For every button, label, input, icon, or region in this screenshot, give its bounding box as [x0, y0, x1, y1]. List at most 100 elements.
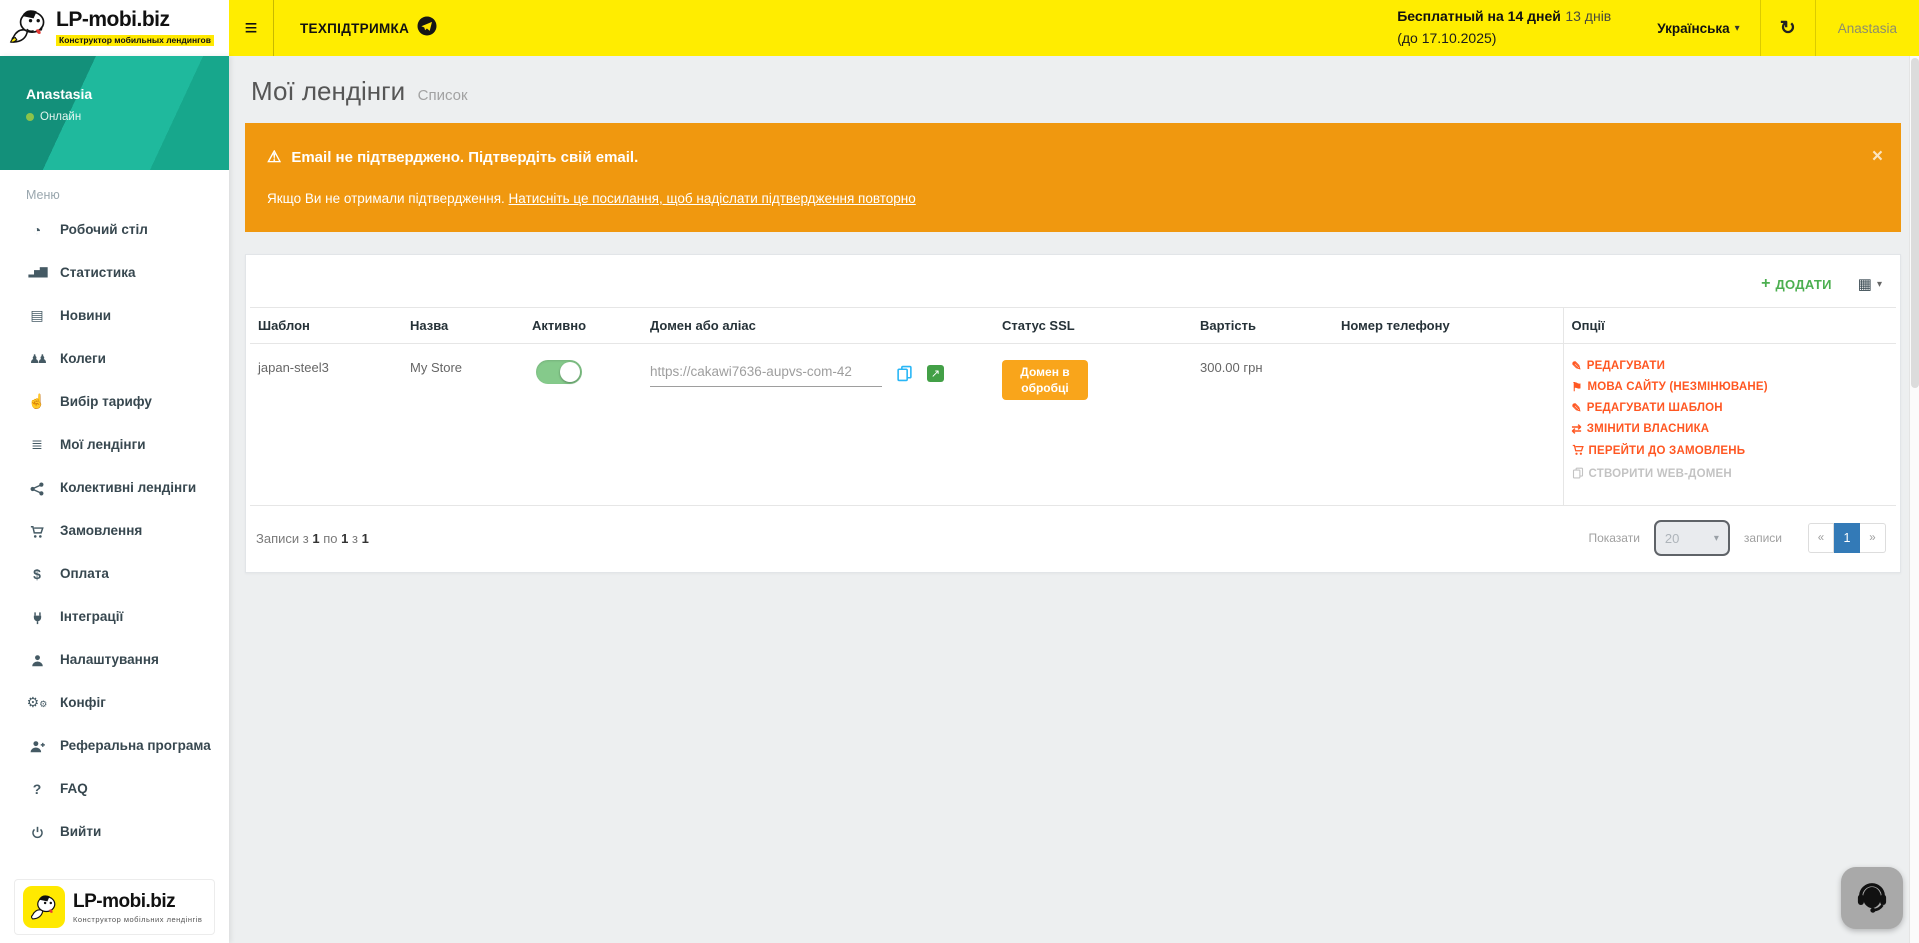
sidebar-item-referral[interactable]: Реферальна програма [0, 724, 229, 767]
exchange-icon: ⇄ [1572, 423, 1582, 435]
cell-domain: ↗ [642, 344, 994, 506]
option-create-web-domain: СТВОРИТИ WEB-ДОМЕН [1572, 467, 1889, 481]
cell-name: My Store [402, 344, 524, 506]
scrollbar[interactable] [1909, 56, 1919, 943]
records-label: записи [1744, 531, 1782, 545]
page-size-select[interactable]: 20 ▾ [1654, 520, 1730, 556]
email-alert-banner: ⚠ Email не підтверджено. Підтвердіть сві… [245, 123, 1901, 232]
integrations-plug-icon [26, 608, 48, 624]
support-chat-button[interactable] [1841, 867, 1903, 929]
sidebar-item-dashboard[interactable]: ◔ Робочий стіл [0, 208, 229, 251]
online-status-label: Онлайн [40, 111, 81, 123]
sidebar-username: Anastasia [26, 86, 229, 102]
statistics-icon: ▂▅▇ [26, 267, 48, 278]
sidebar-item-collective-landings[interactable]: Колективні лендінги [0, 466, 229, 509]
sidebar-item-news[interactable]: ▤ Новини [0, 294, 229, 337]
topbar-username[interactable]: Anastasia [1816, 21, 1919, 36]
cell-price: 300.00 грн [1192, 344, 1333, 506]
close-icon[interactable]: × [1872, 147, 1883, 166]
support-link[interactable]: ТЕХПІДТРИМКА [273, 0, 463, 56]
sidebar: Anastasia Онлайн Меню ◔ Робочий стіл ▂▅▇… [0, 56, 229, 943]
add-landing-button[interactable]: + ДОДАТИ [1761, 275, 1832, 293]
cell-active [524, 344, 642, 506]
col-phone: Номер телефону [1333, 308, 1563, 344]
option-edit[interactable]: ✎ РЕДАГУВАТИ [1572, 360, 1889, 372]
option-change-owner[interactable]: ⇄ ЗМІНИТИ ВЛАСНИКА [1572, 423, 1889, 435]
col-template: Шаблон [250, 308, 402, 344]
alert-message: Якщо Ви не отримали підтвердження. [267, 191, 505, 206]
tariff-icon: ☝ [26, 393, 48, 410]
table-header-row: Шаблон Назва Активно Домен або аліас Ста… [250, 308, 1896, 344]
clone-icon [1572, 467, 1584, 481]
language-icon: ⚑ [1572, 381, 1583, 393]
dog-mascot-icon [6, 5, 52, 52]
sidebar-item-statistics[interactable]: ▂▅▇ Статистика [0, 251, 229, 294]
sidebar-item-config[interactable]: ⚙⚙ Конфіг [0, 681, 229, 724]
question-icon: ? [26, 781, 48, 797]
external-link-icon[interactable]: ↗ [927, 365, 944, 382]
trial-status: Бесплатный на 14 дней 13 днів (до 17.10.… [1397, 6, 1637, 49]
pagination: « 1 » [1808, 523, 1886, 553]
chevron-down-icon: ▾ [1714, 533, 1719, 544]
brand-name: LP-mobi.biz [56, 8, 170, 31]
brand-tagline: Конструктор мобильных лендингов [56, 35, 214, 46]
news-icon: ▤ [26, 307, 48, 324]
alert-title: Email не підтверджено. Підтвердіть свій … [291, 149, 638, 166]
language-label: Українська [1657, 21, 1729, 36]
config-gear-icon: ⚙⚙ [26, 694, 48, 711]
warning-icon: ⚠ [267, 147, 281, 167]
show-label: Показати [1588, 531, 1639, 545]
orders-cart-icon [26, 522, 48, 538]
footer-brand-tagline: Конструктор мобільних лендінгів [73, 915, 202, 924]
page-title: Мої лендінги [251, 76, 405, 106]
sidebar-item-logout[interactable]: Вийти [0, 810, 229, 853]
pagination-prev-button[interactable]: « [1808, 523, 1834, 553]
cell-ssl-status: Домен в обробці [994, 344, 1192, 506]
edit-icon: ✎ [1572, 360, 1582, 372]
main-content: Мої лендінги Список ⚠ Email не підтвердж… [229, 56, 1919, 943]
telegram-icon [417, 16, 437, 41]
sidebar-item-settings[interactable]: Налаштування [0, 638, 229, 681]
sidebar-item-faq[interactable]: ? FAQ [0, 767, 229, 810]
sidebar-item-my-landings[interactable]: ≣ Мої лендінги [0, 423, 229, 466]
scrollbar-thumb[interactable] [1911, 58, 1919, 388]
option-edit-template[interactable]: ✎ РЕДАГУВАТИ ШАБЛОН [1572, 402, 1889, 414]
payment-icon: $ [26, 566, 48, 582]
collective-landings-icon [26, 479, 48, 495]
copy-icon[interactable] [896, 365, 913, 382]
plus-icon: + [1761, 275, 1770, 293]
option-site-language[interactable]: ⚑ МОВА САЙТУ (НЕЗМІНЮВАНЕ) [1572, 381, 1889, 393]
refresh-icon[interactable]: ↻ [1760, 0, 1816, 56]
online-dot [26, 113, 34, 121]
sidebar-footer-logo[interactable]: LP-mobi.biz Конструктор мобільних лендін… [14, 879, 215, 935]
dashboard-icon: ◔ [26, 222, 48, 238]
resend-confirmation-link[interactable]: Натисніть це посилання, щоб надіслати пі… [509, 191, 916, 206]
col-options: Опції [1563, 308, 1896, 344]
sidebar-item-colleagues[interactable]: ♟♟ Колеги [0, 337, 229, 380]
option-go-to-orders[interactable]: ПЕРЕЙТИ ДО ЗАМОВЛЕНЬ [1572, 444, 1889, 458]
col-name: Назва [402, 308, 524, 344]
logout-power-icon [26, 824, 48, 840]
sidebar-nav: ◔ Робочий стіл ▂▅▇ Статистика ▤ Новини ♟… [0, 208, 229, 869]
hamburger-icon[interactable]: ≡ [229, 0, 273, 56]
domain-input[interactable] [650, 360, 882, 387]
language-selector[interactable]: Українська ▾ [1637, 0, 1759, 56]
brand-logo[interactable]: LP-mobi.biz Конструктор мобильных лендин… [0, 0, 229, 56]
sidebar-item-orders[interactable]: Замовлення [0, 509, 229, 552]
pagination-page-1[interactable]: 1 [1834, 523, 1860, 553]
cell-options: ✎ РЕДАГУВАТИ ⚑ МОВА САЙТУ (НЕЗМІНЮВАНЕ) … [1563, 344, 1896, 506]
column-visibility-button[interactable]: ▦ ▾ [1858, 275, 1882, 293]
trial-until-date: (до 17.10.2025) [1397, 30, 1496, 46]
trial-plan: Бесплатный на 14 дней [1397, 8, 1561, 24]
topbar: LP-mobi.biz Конструктор мобильных лендин… [0, 0, 1919, 56]
pagination-next-button[interactable]: » [1860, 523, 1886, 553]
referral-user-plus-icon [26, 738, 48, 754]
sidebar-item-integrations[interactable]: Інтеграції [0, 595, 229, 638]
landings-panel: + ДОДАТИ ▦ ▾ Шаблон [245, 254, 1901, 573]
sidebar-item-payment[interactable]: $ Оплата [0, 552, 229, 595]
sidebar-item-tariff[interactable]: ☝ Вибір тарифу [0, 380, 229, 423]
col-price: Вартість [1192, 308, 1333, 344]
active-toggle[interactable] [536, 360, 582, 384]
col-active: Активно [524, 308, 642, 344]
col-domain: Домен або аліас [642, 308, 994, 344]
